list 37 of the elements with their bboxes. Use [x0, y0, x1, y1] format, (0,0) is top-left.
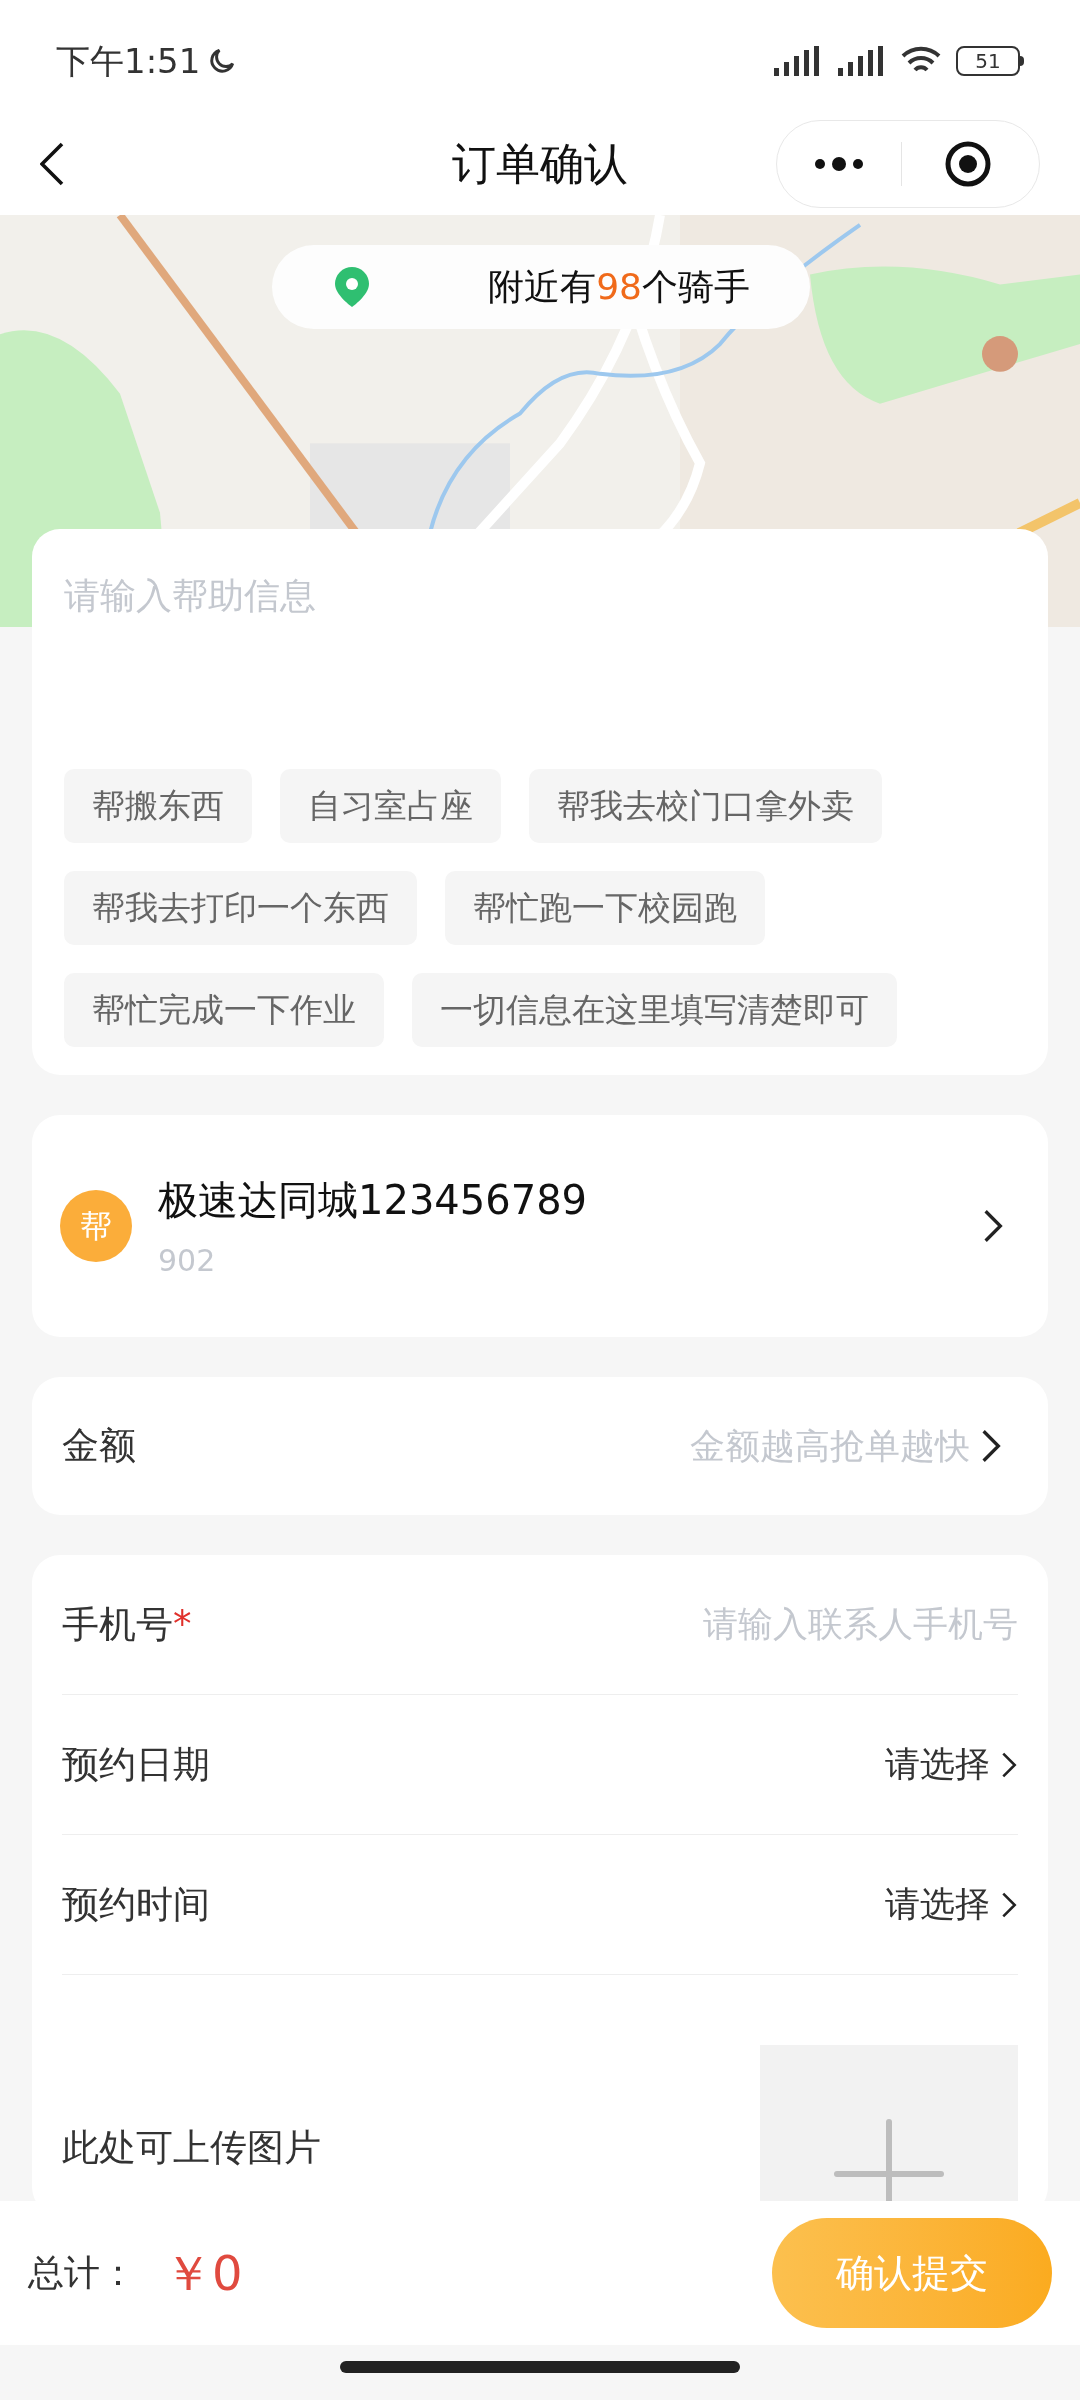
total-amount: ￥0: [164, 2244, 243, 2303]
total-label: 总计：: [28, 2251, 136, 2295]
suggestion-tag[interactable]: 一切信息在这里填写清楚即可: [412, 973, 897, 1047]
select-picker[interactable]: 请选择: [885, 1738, 1018, 1791]
upload-label: 此处可上传图片: [62, 2124, 321, 2171]
field-label: 预约日期: [62, 1741, 210, 1788]
service-name: 极速达同城123456789: [158, 1175, 588, 1225]
phone-field[interactable]: 请输入联系人手机号: [418, 1598, 1018, 1651]
help-badge: 帮: [60, 1190, 132, 1262]
signal-icon: [836, 44, 886, 78]
suggestion-tag[interactable]: 帮忙跑一下校园跑: [445, 871, 765, 945]
field-label: 手机号: [62, 1601, 173, 1648]
chevron-right-icon: [1000, 1890, 1018, 1919]
field-label: 预约时间: [62, 1881, 210, 1928]
page-title: 订单确认: [452, 136, 628, 191]
plus-icon: [833, 2118, 945, 2201]
signal-icon: [772, 44, 822, 78]
amount-hint: 金额越高抢单越快: [690, 1424, 970, 1468]
amount-row[interactable]: 金额 金额越高抢单越快: [32, 1377, 1048, 1515]
service-card[interactable]: 帮 极速达同城123456789 902: [32, 1115, 1048, 1337]
suggestion-tag[interactable]: 自习室占座: [280, 769, 501, 843]
help-info-field[interactable]: 请输入帮助信息: [32, 529, 1048, 769]
suggestion-tag[interactable]: 帮我去打印一个东西: [64, 871, 417, 945]
amount-label: 金额: [62, 1423, 136, 1470]
required-mark: *: [173, 1601, 192, 1648]
status-time: 下午1:51: [56, 39, 201, 83]
suggestion-tag[interactable]: 帮搬东西: [64, 769, 252, 843]
location-pin-icon: [332, 265, 372, 309]
chevron-right-icon: [1000, 1750, 1018, 1779]
riders-nearby-text: 附近有98个骑手: [488, 265, 750, 309]
suggestion-tag[interactable]: 帮忙完成一下作业: [64, 973, 384, 1047]
select-picker[interactable]: 请选择: [885, 1878, 1018, 1931]
suggestion-tag[interactable]: 帮我去校门口拿外卖: [529, 769, 882, 843]
service-code: 902: [158, 1241, 217, 1280]
target-icon[interactable]: [944, 139, 992, 188]
more-icon[interactable]: [814, 155, 864, 172]
back-icon[interactable]: [40, 141, 64, 186]
